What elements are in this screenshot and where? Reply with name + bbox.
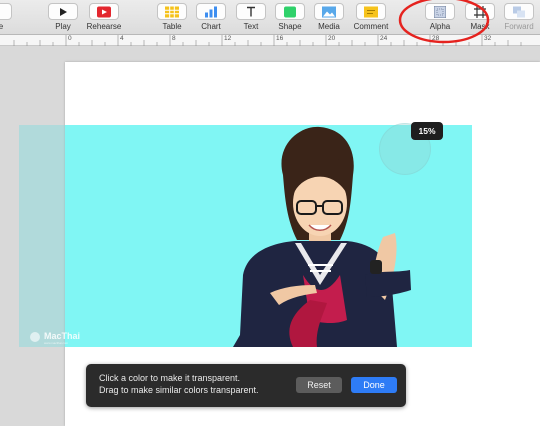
ruler-label: 16 — [276, 35, 284, 42]
play-icon — [48, 3, 78, 20]
rehearse-icon — [89, 3, 119, 20]
watermark-logo: MacThai www.macthai.com — [28, 331, 108, 345]
ruler-label: 20 — [328, 35, 336, 42]
toolbar-label: Rehearse — [86, 22, 122, 31]
forward-icon — [504, 3, 534, 20]
instruction-line-1: Click a color to make it transparent. — [99, 373, 241, 383]
toolbar-label: Media — [318, 22, 340, 31]
annotation-circle — [398, 0, 490, 44]
macthai-logo-icon — [30, 332, 40, 342]
comment-icon — [356, 3, 386, 20]
slide-icon — [0, 3, 12, 20]
chart-icon — [196, 3, 226, 20]
ruler-label: 8 — [172, 35, 176, 42]
ruler-label: 24 — [380, 35, 388, 42]
comment-button[interactable]: Comment — [348, 3, 394, 31]
shape-icon — [275, 3, 305, 20]
done-button[interactable]: Done — [351, 377, 397, 393]
ruler-label: 12 — [224, 35, 232, 42]
media-icon — [314, 3, 344, 20]
instant-alpha-panel: Click a color to make it transparent. Dr… — [86, 364, 406, 407]
instruction-line-2: Drag to make similar colors transparent. — [99, 385, 259, 395]
text-icon — [236, 3, 266, 20]
toolbar-item-slide[interactable]: lide — [0, 3, 20, 31]
media-button[interactable]: Media — [306, 3, 352, 31]
toolbar-label: lide — [0, 22, 4, 31]
table-icon — [157, 3, 187, 20]
toolbar-label: Comment — [353, 22, 389, 31]
reset-button[interactable]: Reset — [296, 377, 342, 393]
image-overflow-region — [19, 125, 67, 347]
watermark-tagline: www.macthai.com — [44, 341, 69, 345]
play-button[interactable]: Play — [40, 3, 86, 31]
toolbar-label: Play — [55, 22, 71, 31]
zoom-percentage-badge: 15% — [411, 122, 443, 140]
ruler-label: 4 — [120, 35, 124, 42]
ruler-label: 0 — [68, 35, 72, 42]
toolbar-label: Forward — [504, 22, 534, 31]
rehearse-button[interactable]: Rehearse — [81, 3, 127, 31]
forward-button[interactable]: Forward — [496, 3, 540, 31]
watermark-brand: MacThai — [44, 331, 81, 341]
